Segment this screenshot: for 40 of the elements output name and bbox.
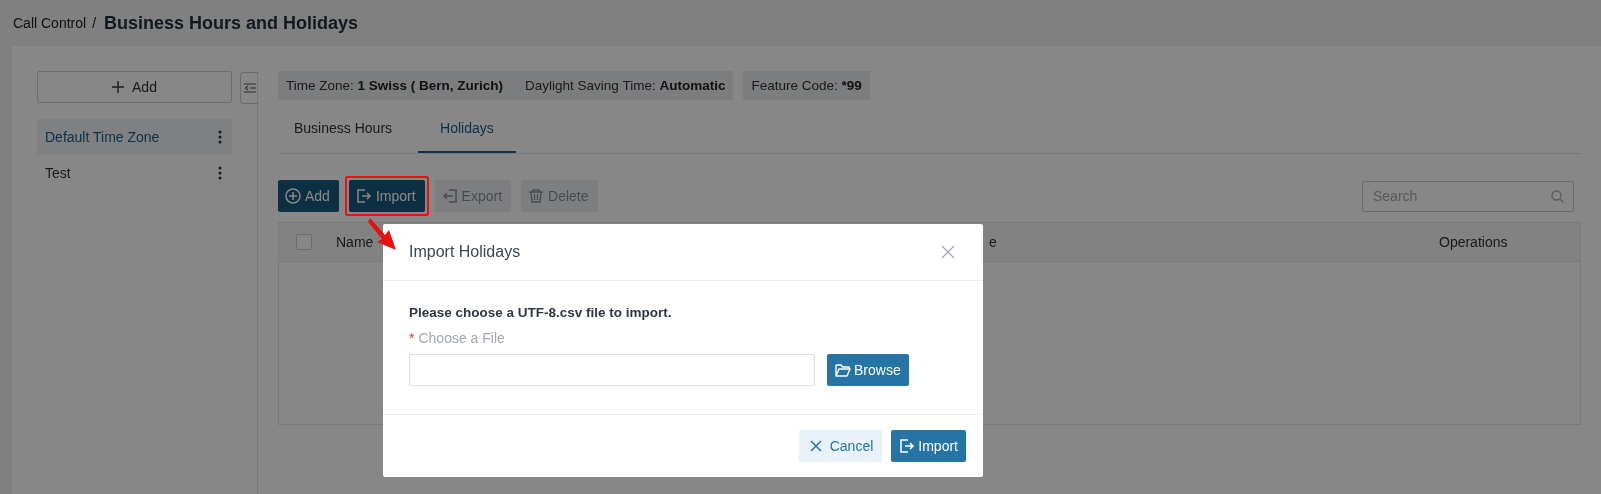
close-button[interactable] bbox=[939, 243, 957, 261]
page-title: Business Hours and Holidays bbox=[104, 12, 359, 34]
breadcrumb-separator: / bbox=[92, 15, 97, 31]
trash-icon bbox=[528, 188, 545, 204]
import-icon bbox=[355, 188, 372, 204]
add-button[interactable]: Add bbox=[37, 71, 232, 103]
tab[interactable]: Business Hours bbox=[278, 105, 409, 153]
plus-icon bbox=[112, 81, 125, 93]
breadcrumb-link[interactable]: Call Control bbox=[13, 15, 87, 31]
add-button[interactable]: Add bbox=[278, 180, 339, 212]
column-header: Operations bbox=[1439, 234, 1508, 250]
field-label: Choose a File bbox=[418, 330, 505, 346]
folder-icon bbox=[835, 363, 851, 377]
checkbox[interactable] bbox=[296, 234, 312, 250]
cancel-button[interactable]: Cancel bbox=[798, 430, 883, 462]
tab[interactable]: Holidays bbox=[418, 105, 516, 153]
sidebar-item[interactable]: Default Time Zone bbox=[37, 119, 232, 155]
file-field[interactable] bbox=[409, 354, 815, 386]
prompt-text: Please choose a UTF-8.csv file to import. bbox=[409, 305, 673, 320]
import-button[interactable]: Import bbox=[348, 180, 425, 212]
column-header: Name bbox=[336, 234, 375, 250]
info-text: Time Zone: 1 Swiss ( Bern, Zurich) bbox=[286, 78, 504, 93]
dialog-title: Import Holidays bbox=[409, 243, 521, 261]
import-button[interactable]: Import bbox=[891, 430, 966, 462]
close-icon bbox=[941, 245, 955, 259]
import-icon bbox=[899, 438, 916, 454]
close-icon bbox=[807, 438, 824, 454]
info-text: Feature Code: *99 bbox=[751, 78, 862, 93]
column-header: e bbox=[989, 234, 998, 250]
sidebar-item[interactable]: Test bbox=[37, 155, 232, 191]
collapse-icon bbox=[244, 83, 256, 93]
plus-circle-icon bbox=[285, 188, 301, 204]
more-icon bbox=[218, 166, 222, 180]
collapse-button[interactable] bbox=[240, 72, 258, 104]
more-icon bbox=[218, 130, 222, 144]
browse-button[interactable]: Browse bbox=[827, 354, 909, 386]
search-icon bbox=[1551, 189, 1564, 203]
info-text: Daylight Saving Time: Automatic bbox=[525, 78, 726, 93]
export-icon bbox=[441, 188, 458, 204]
required-mark: * bbox=[409, 330, 415, 346]
